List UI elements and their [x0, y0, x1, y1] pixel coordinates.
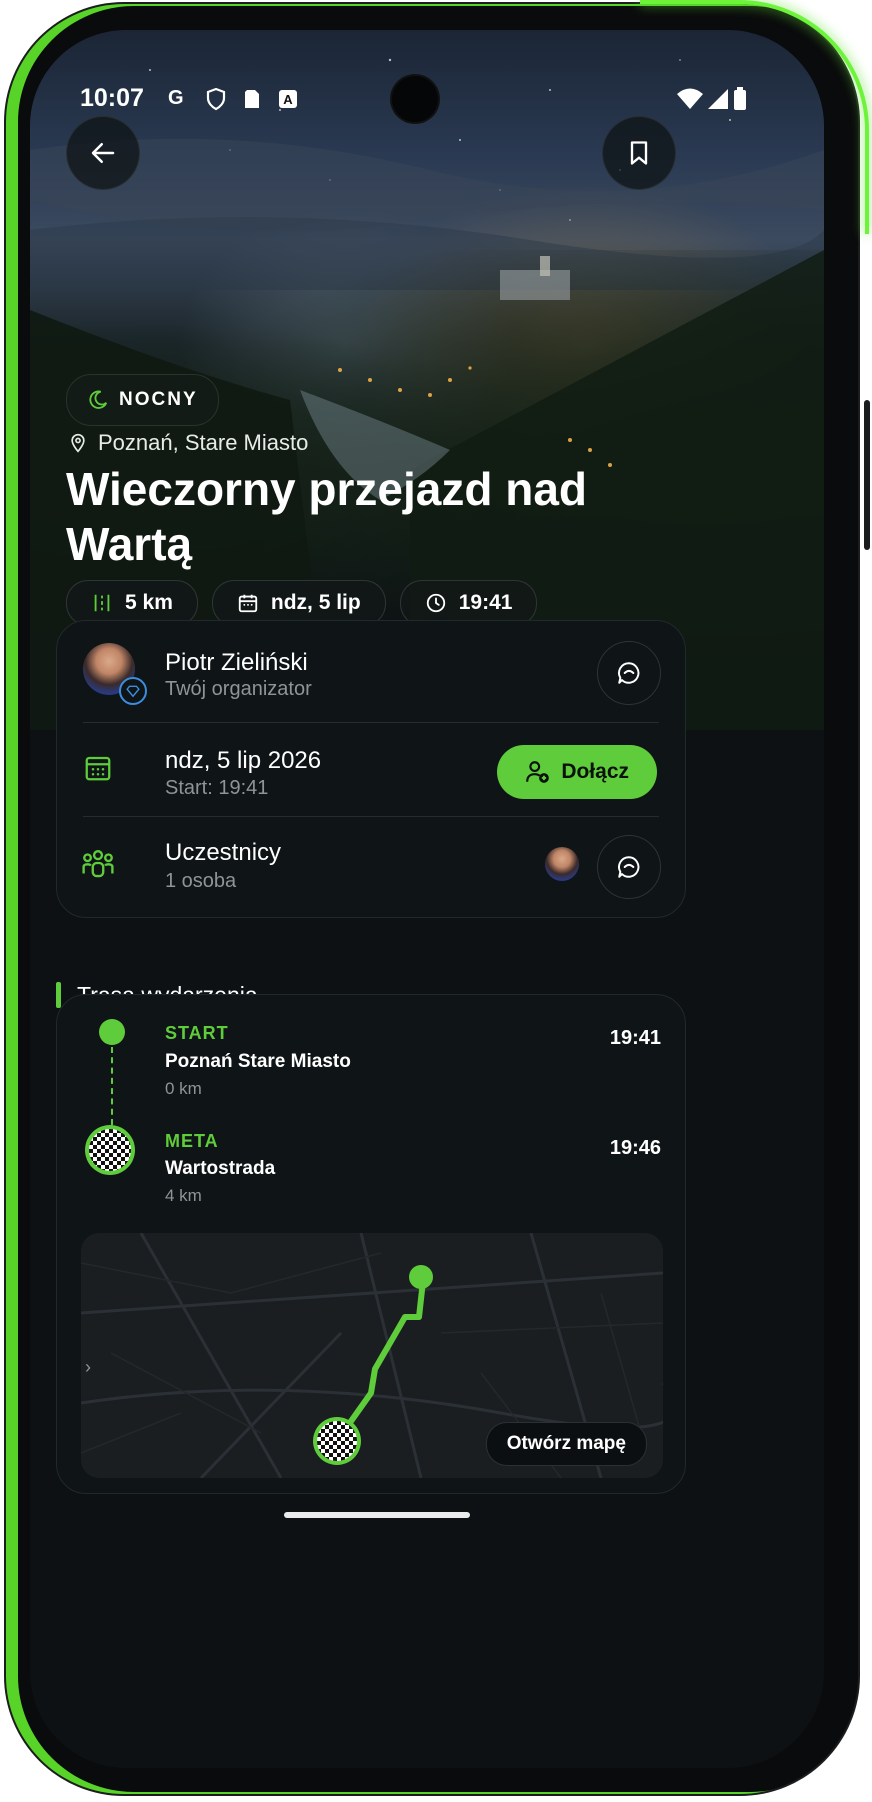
- event-date: ndz, 5 lip 2026: [165, 747, 322, 774]
- back-button[interactable]: [66, 116, 140, 190]
- status-time: 10:07: [80, 84, 144, 112]
- chat-icon: [618, 662, 640, 684]
- night-badge-label: NOCNY: [119, 389, 198, 410]
- start-label: START: [165, 1023, 229, 1043]
- screen: 10:07 G A NOCNY Poznań, Stare Miasto Wie…: [30, 30, 824, 1768]
- finish-flag-icon: [89, 1129, 131, 1171]
- chip-date-label: ndz, 5 lip: [270, 591, 361, 614]
- map-start-marker: [409, 1265, 433, 1289]
- clock-icon: [426, 593, 445, 613]
- calendar-icon: [238, 594, 258, 613]
- finish-km: 4 km: [165, 1186, 202, 1205]
- message-organizer-button[interactable]: [597, 641, 661, 705]
- participants-icon: [82, 850, 114, 878]
- route-map[interactable]: › Otwórz mapę: [81, 1233, 663, 1478]
- shield-icon: [206, 87, 226, 111]
- arrow-left-icon: [91, 143, 115, 163]
- sim-icon: [245, 90, 259, 108]
- participants-count: 1 osoba: [165, 870, 237, 892]
- start-marker: [99, 1019, 125, 1045]
- signal-icon: [708, 89, 728, 109]
- text-a-icon: A: [279, 90, 297, 108]
- organizer-name: Piotr Zieliński: [165, 649, 308, 676]
- bookmark-button[interactable]: [602, 116, 676, 190]
- section-accent-bar: [56, 982, 61, 1008]
- organizer-role: Twój organizator: [165, 678, 312, 700]
- event-start: Start: 19:41: [165, 777, 269, 799]
- distance-icon: [94, 594, 110, 612]
- start-time: 19:41: [609, 1027, 661, 1049]
- start-km: 0 km: [165, 1079, 202, 1098]
- route-connector: [111, 1047, 113, 1125]
- participants-row[interactable]: Uczestnicy 1 osoba: [57, 817, 685, 911]
- event-info-card: Piotr Zieliński Twój organizator ndz, 5 …: [56, 620, 686, 918]
- map-finish-icon: [317, 1421, 357, 1461]
- wifi-icon: [677, 88, 703, 109]
- participant-avatar[interactable]: [545, 847, 579, 881]
- join-button[interactable]: Dołącz: [497, 745, 657, 799]
- add-user-icon: [526, 761, 550, 783]
- open-map-button[interactable]: Otwórz mapę: [485, 1422, 647, 1466]
- join-button-label: Dołącz: [561, 760, 629, 783]
- location: Poznań, Stare Miasto: [68, 430, 308, 456]
- volume-button: [864, 400, 870, 550]
- moon-icon: [89, 390, 108, 409]
- chip-distance-label: 5 km: [125, 591, 173, 614]
- location-text: Poznań, Stare Miasto: [98, 430, 309, 455]
- finish-name: Wartostrada: [165, 1158, 276, 1179]
- start-name: Poznań Stare Miasto: [165, 1051, 351, 1072]
- participants-title: Uczestnicy: [165, 839, 282, 866]
- night-badge: NOCNY: [66, 374, 219, 426]
- svg-text:›: ›: [85, 1357, 91, 1377]
- battery-icon: [734, 87, 746, 110]
- group-chat-button[interactable]: [597, 835, 661, 899]
- finish-label: META: [165, 1131, 219, 1151]
- home-indicator[interactable]: [284, 1512, 470, 1518]
- calendar-icon: [85, 756, 111, 781]
- bookmark-icon: [630, 141, 648, 165]
- chip-time-label: 19:41: [458, 591, 513, 614]
- finish-time: 19:46: [609, 1137, 661, 1159]
- organizer-row: Piotr Zieliński Twój organizator: [57, 621, 685, 715]
- verified-badge: [119, 677, 147, 705]
- svg-text:A: A: [283, 92, 293, 107]
- chat-icon: [618, 856, 640, 878]
- route-card: START Poznań Stare Miasto 0 km 19:41 MET…: [56, 994, 686, 1494]
- google-icon: G: [168, 87, 184, 109]
- diamond-icon: [126, 685, 140, 698]
- pin-icon: [71, 433, 85, 453]
- event-title: Wieczorny przejazd nad Wartą: [66, 463, 588, 570]
- front-camera: [392, 76, 438, 122]
